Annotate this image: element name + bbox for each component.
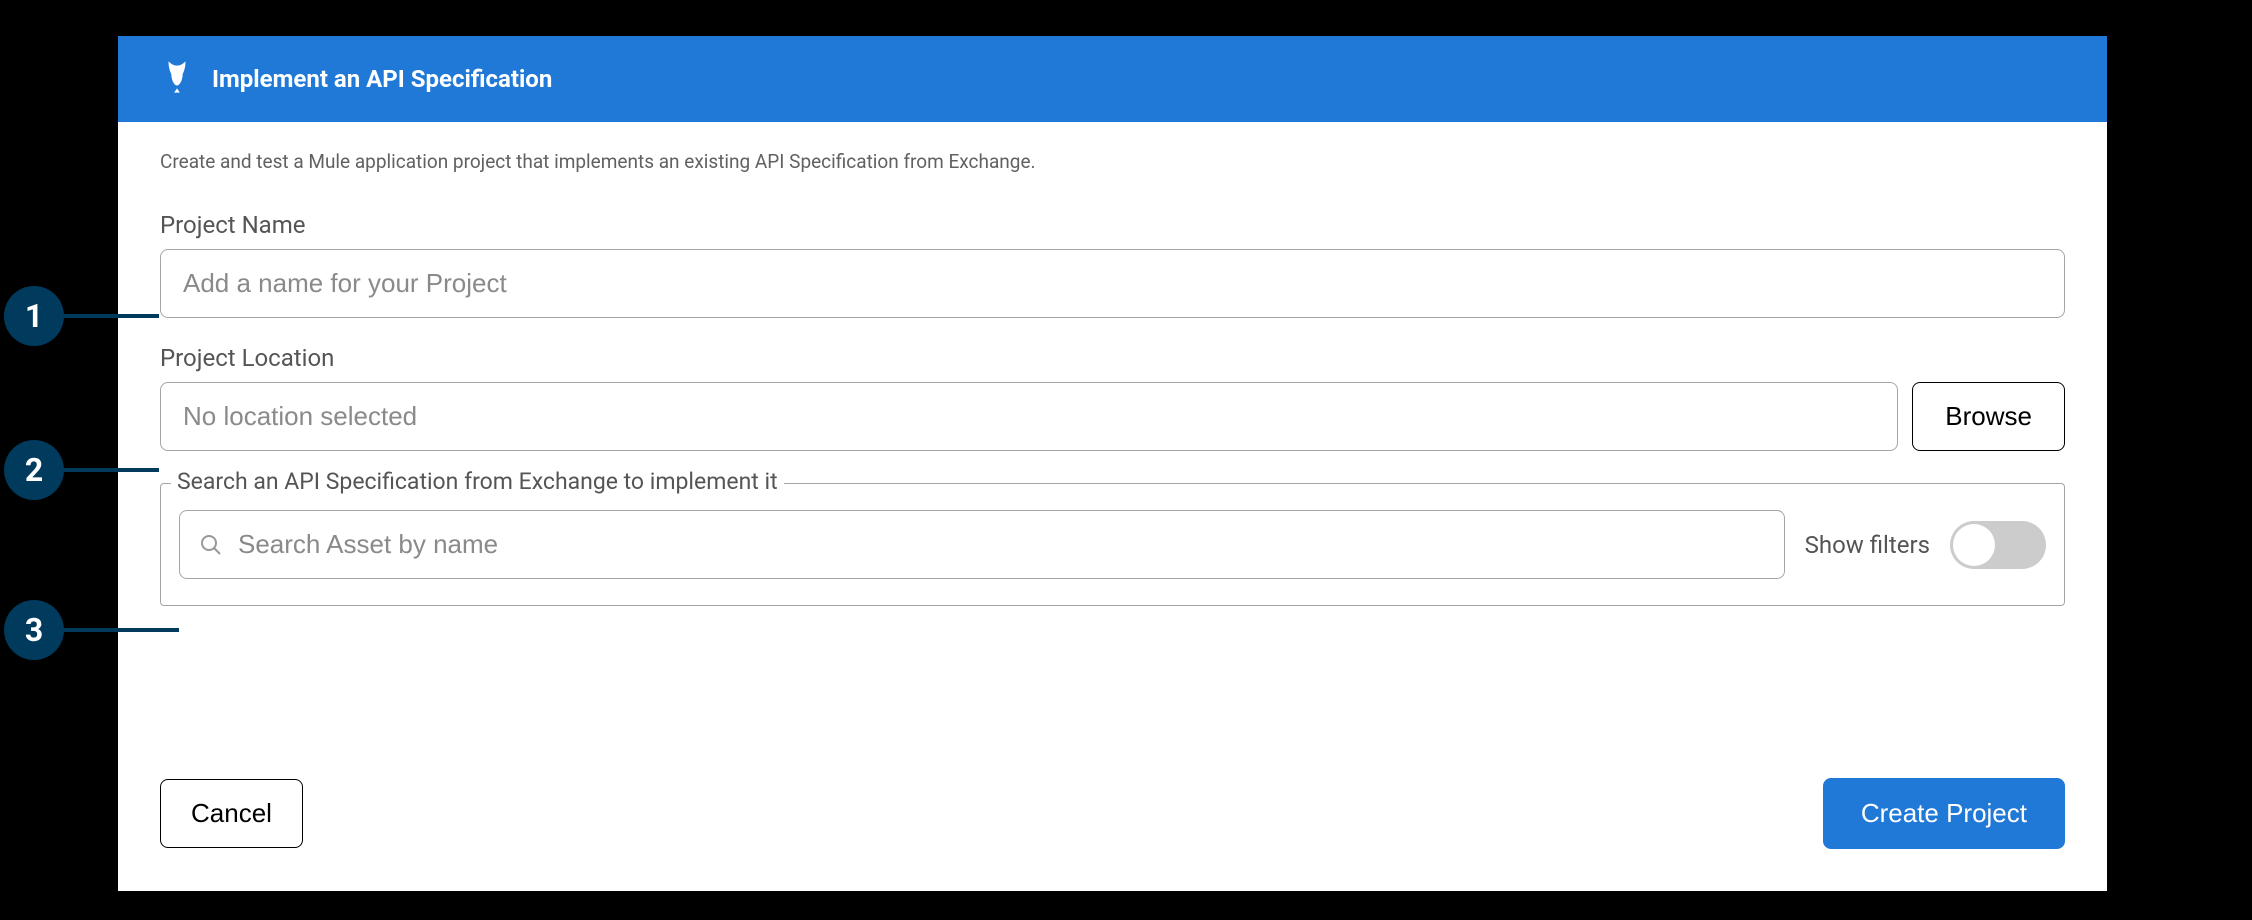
callout-line [64,468,159,472]
show-filters-label: Show filters [1805,531,1930,559]
callout-line [64,314,159,318]
location-row: Browse [160,382,2065,451]
callout-2: 2 [4,440,159,500]
dialog-header: Implement an API Specification [118,36,2107,122]
callout-badge: 2 [4,440,64,500]
mule-icon [160,60,194,98]
project-location-group: Project Location Browse [160,344,2065,451]
dialog-title: Implement an API Specification [212,65,552,93]
callout-badge: 1 [4,286,64,346]
search-row: Show filters [179,510,2046,579]
project-name-group: Project Name [160,211,2065,318]
callout-badge: 3 [4,600,64,660]
callout-line [64,628,179,632]
browse-button[interactable]: Browse [1912,382,2065,451]
dialog-content: Create and test a Mule application proje… [118,122,2107,778]
project-name-label: Project Name [160,211,2065,239]
project-name-input[interactable] [160,249,2065,318]
search-fieldset-legend: Search an API Specification from Exchang… [171,468,784,495]
toggle-knob [1953,524,1995,566]
callout-1: 1 [4,286,159,346]
project-location-label: Project Location [160,344,2065,372]
dialog-footer: Cancel Create Project [118,778,2107,891]
callout-3: 3 [4,600,179,660]
create-project-button[interactable]: Create Project [1823,778,2065,849]
dialog-description: Create and test a Mule application proje… [160,150,2065,173]
project-location-input[interactable] [160,382,1898,451]
search-fieldset: Search an API Specification from Exchang… [160,483,2065,606]
dialog: Implement an API Specification Create an… [118,36,2107,891]
search-input[interactable] [179,510,1785,579]
show-filters-toggle[interactable] [1950,521,2046,569]
cancel-button[interactable]: Cancel [160,779,303,848]
search-wrapper [179,510,1785,579]
